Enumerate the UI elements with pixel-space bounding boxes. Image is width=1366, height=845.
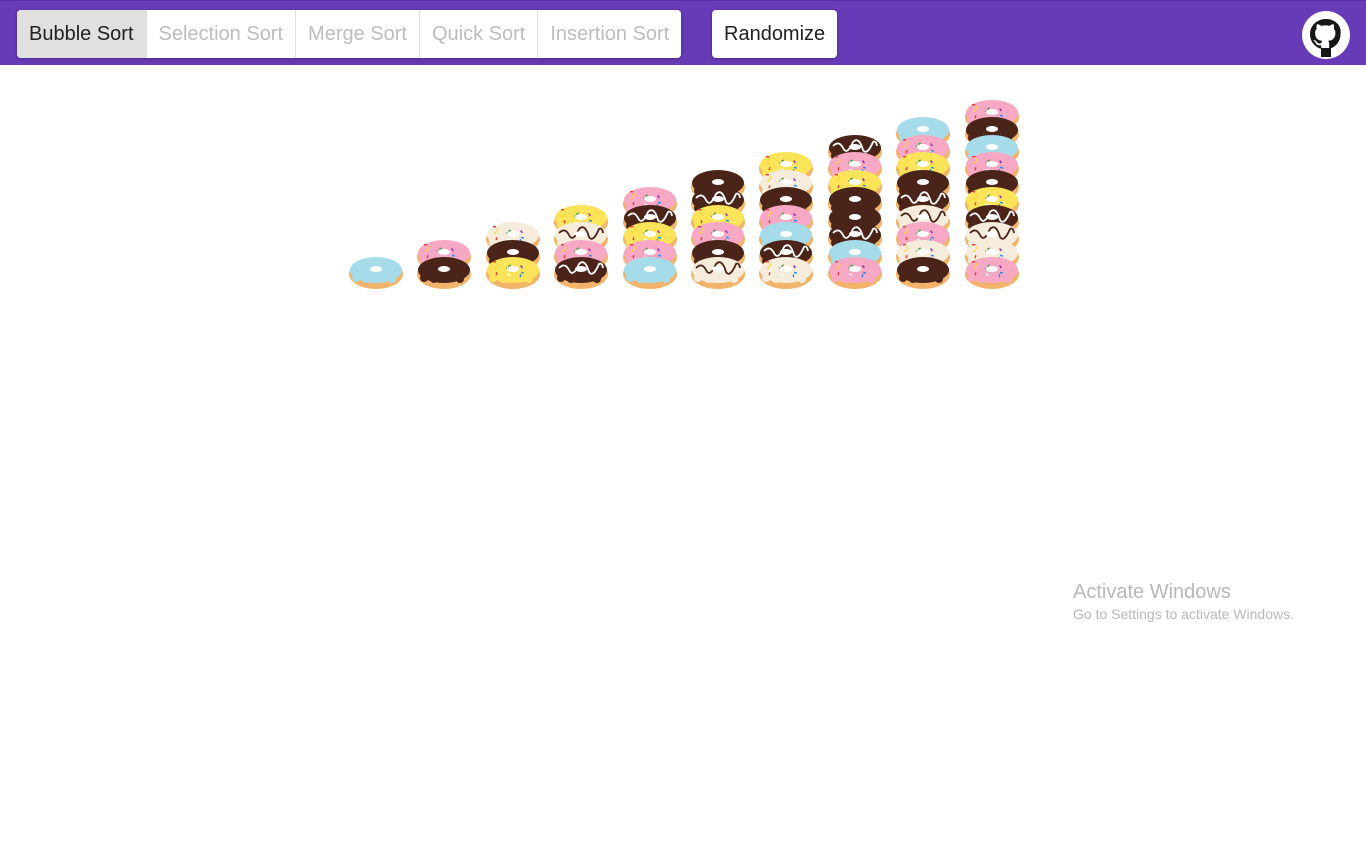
donut-stack-1 xyxy=(348,65,404,325)
donut-stack-5 xyxy=(622,65,678,325)
donut-stack-3 xyxy=(485,65,541,325)
donut-stack-2 xyxy=(416,65,472,325)
donut-bar-chart xyxy=(0,65,1366,845)
donut-blue xyxy=(349,257,403,289)
donut-stack-6 xyxy=(690,65,746,325)
donut-choc xyxy=(417,257,472,289)
donut-stack-4 xyxy=(553,65,609,325)
donut-blue xyxy=(622,257,677,289)
insertion-sort-button[interactable]: Insertion Sort xyxy=(538,10,682,58)
donut-choc-drizzle xyxy=(554,257,609,289)
donut-stack-8 xyxy=(827,65,883,325)
quick-sort-button[interactable]: Quick Sort xyxy=(419,10,539,58)
github-link[interactable] xyxy=(1302,11,1350,59)
selection-sort-button[interactable]: Selection Sort xyxy=(146,10,297,58)
sort-algorithm-toggle-group: Bubble Sort Selection Sort Merge Sort Qu… xyxy=(17,10,682,58)
donut-pink xyxy=(827,257,882,289)
donut-white xyxy=(759,257,814,289)
donut-stack-7 xyxy=(758,65,814,325)
randomize-button[interactable]: Randomize xyxy=(712,10,838,58)
watermark-subtitle: Go to Settings to activate Windows. xyxy=(1073,606,1294,622)
donut-yellow xyxy=(485,257,540,289)
github-icon xyxy=(1303,12,1349,58)
merge-sort-button[interactable]: Merge Sort xyxy=(296,10,420,58)
donut-pink xyxy=(964,257,1019,289)
watermark-title: Activate Windows xyxy=(1073,581,1231,603)
donut-white-drizzle xyxy=(691,257,745,289)
top-app-bar: Bubble Sort Selection Sort Merge Sort Qu… xyxy=(0,0,1366,65)
bubble-sort-button[interactable]: Bubble Sort xyxy=(17,10,147,58)
donut-choc xyxy=(896,257,951,289)
donut-stack-10 xyxy=(964,65,1020,325)
windows-activation-watermark: Activate Windows Go to Settings to activ… xyxy=(1073,580,1294,624)
donut-stack-9 xyxy=(895,65,951,325)
